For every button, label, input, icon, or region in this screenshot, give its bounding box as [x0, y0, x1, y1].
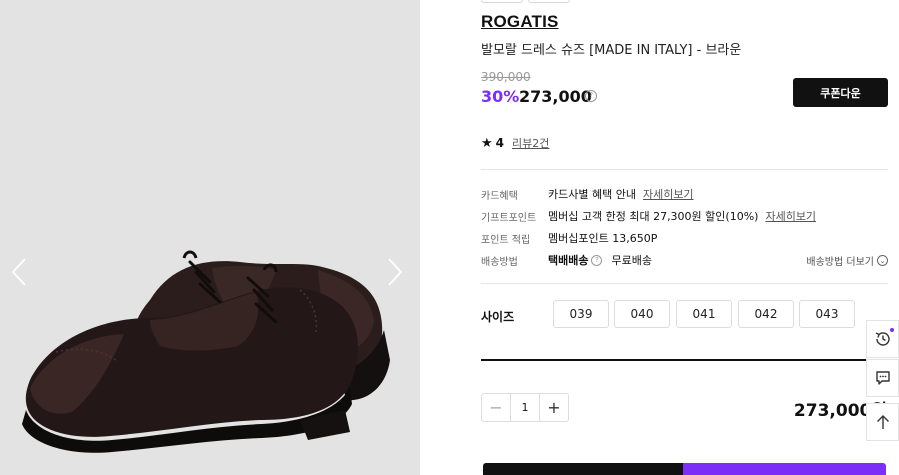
shipping-more-label: 배송방법 더보기 — [806, 257, 874, 268]
question-circle-icon[interactable]: ? — [591, 254, 603, 266]
benefit-points: 포인트 적립 멤버십포인트 13,650P — [481, 230, 657, 246]
benefit-card: 카드혜택 카드사별 혜택 안내 자세히보기 — [481, 186, 694, 202]
size-option[interactable]: 041 — [676, 300, 732, 328]
review-count-link[interactable]: 리뷰2건 — [512, 135, 549, 151]
star-icon: ★ — [481, 135, 493, 151]
product-photo — [22, 250, 390, 453]
benefit-value: 멤버십 고객 한정 최대 27,300원 할인(10%) — [548, 210, 759, 223]
top-tab-right[interactable] — [528, 0, 570, 3]
gift-point-detail-link[interactable]: 자세히보기 — [765, 208, 816, 224]
recently-viewed-button[interactable] — [866, 320, 899, 358]
benefit-label: 배송방법 — [481, 256, 518, 268]
benefit-gift-point: 기프트포인트 멤버십 고객 한정 최대 27,300원 할인(10%) 자세히보… — [481, 208, 816, 224]
chevron-right-icon — [388, 258, 403, 286]
shipping-method: 택배배송 — [548, 254, 589, 267]
chat-icon — [875, 371, 890, 385]
gallery-prev-button[interactable] — [8, 256, 32, 288]
divider — [481, 283, 888, 284]
product-title: 발모랄 드레스 슈즈 [MADE IN ITALY] - 브라운 — [481, 43, 742, 58]
benefit-label: 포인트 적립 — [481, 234, 531, 246]
benefit-value: 멤버십포인트 13,650P — [548, 232, 658, 245]
discount-rate: 30% — [481, 87, 520, 106]
size-option[interactable]: 040 — [614, 300, 670, 328]
brand-name[interactable]: ROGATIS — [481, 12, 559, 32]
size-label: 사이즈 — [481, 310, 515, 324]
quantity-value[interactable]: 1 — [510, 394, 540, 421]
benefit-label: 기프트포인트 — [481, 212, 537, 224]
chevron-down-icon: ⌄ — [877, 255, 888, 266]
scroll-top-button[interactable] — [866, 403, 899, 441]
chevron-left-icon — [11, 258, 26, 286]
gallery-next-button[interactable] — [382, 256, 406, 288]
buy-now-button[interactable] — [683, 463, 886, 475]
size-option[interactable]: 043 — [799, 300, 855, 328]
benefit-label: 카드혜택 — [481, 190, 518, 202]
shipping-more-link[interactable]: 배송방법 더보기 ⌄ — [806, 253, 888, 268]
history-icon — [875, 332, 890, 346]
coupon-download-button[interactable]: 쿠폰다운 — [793, 78, 888, 107]
shipping-fee: 무료배송 — [611, 254, 652, 267]
size-option[interactable]: 042 — [738, 300, 794, 328]
card-benefit-detail-link[interactable]: 자세히보기 — [643, 186, 694, 202]
selection-divider — [481, 359, 888, 361]
benefit-value: 카드사별 혜택 안내 — [548, 188, 636, 201]
rating-summary: ★ 4 리뷰2건 — [481, 135, 549, 151]
arrow-up-icon — [876, 415, 889, 429]
rating-score: 4 — [495, 136, 505, 150]
original-price: 390,000 — [481, 70, 531, 84]
top-tab-left[interactable] — [481, 0, 523, 3]
quantity-plus-button[interactable]: + — [540, 394, 568, 421]
cart-button[interactable] — [483, 463, 683, 475]
quantity-stepper: − 1 + — [481, 393, 569, 422]
benefit-shipping: 배송방법 택배배송 ? 무료배송 — [481, 252, 652, 268]
product-image-gallery — [0, 0, 420, 475]
quantity-minus-button[interactable]: − — [482, 394, 510, 421]
sale-price: 273,000 — [519, 87, 592, 106]
divider — [481, 169, 888, 170]
new-indicator-dot — [890, 328, 894, 332]
size-option[interactable]: 039 — [553, 300, 609, 328]
chat-button[interactable] — [866, 359, 899, 397]
question-circle-icon[interactable]: ? — [585, 90, 597, 102]
